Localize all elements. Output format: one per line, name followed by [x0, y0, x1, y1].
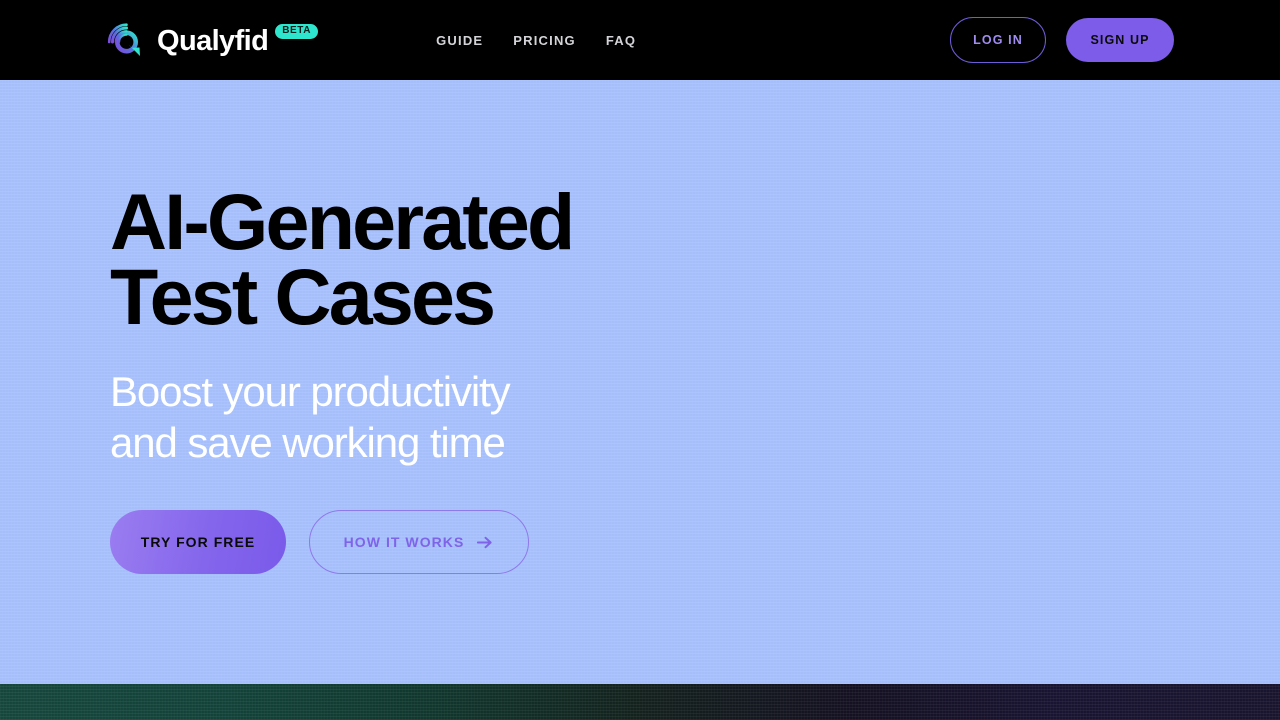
try-for-free-button[interactable]: TRY FOR FREE: [110, 510, 286, 575]
brand-name: Qualyfid: [157, 24, 269, 57]
hero-subheadline: Boost your productivity and save working…: [110, 368, 511, 466]
nav-item-faq[interactable]: FAQ: [606, 33, 636, 48]
main-navigation: GUIDE PRICING FAQ: [436, 33, 636, 48]
log-in-button[interactable]: LOG IN: [950, 17, 1046, 63]
nav-item-guide[interactable]: GUIDE: [436, 33, 483, 48]
hero-cta-group: TRY FOR FREE HOW IT WORKS: [110, 510, 1280, 575]
next-section-band: [0, 684, 1280, 720]
hero-section: AI-Generated Test Cases Boost your produ…: [0, 80, 1280, 684]
beta-badge: BETA: [275, 23, 319, 39]
sign-up-button[interactable]: SIGN UP: [1066, 18, 1174, 62]
hero-headline: AI-Generated Test Cases: [110, 177, 575, 341]
hero-content: AI-Generated Test Cases Boost your produ…: [0, 80, 1280, 575]
brand-logo-link[interactable]: Qualyfid BETA: [106, 18, 320, 62]
arrow-right-icon: [477, 536, 492, 548]
site-header: Qualyfid BETA GUIDE PRICING FAQ LOG IN S…: [0, 0, 1280, 80]
how-it-works-label: HOW IT WORKS: [343, 534, 465, 551]
nav-item-pricing[interactable]: PRICING: [513, 33, 576, 48]
qualyfid-spiral-q-logo-icon: [107, 23, 140, 56]
how-it-works-button[interactable]: HOW IT WORKS: [309, 510, 529, 575]
header-actions: LOG IN SIGN UP: [950, 17, 1174, 63]
band-noise-texture: [0, 684, 1280, 720]
